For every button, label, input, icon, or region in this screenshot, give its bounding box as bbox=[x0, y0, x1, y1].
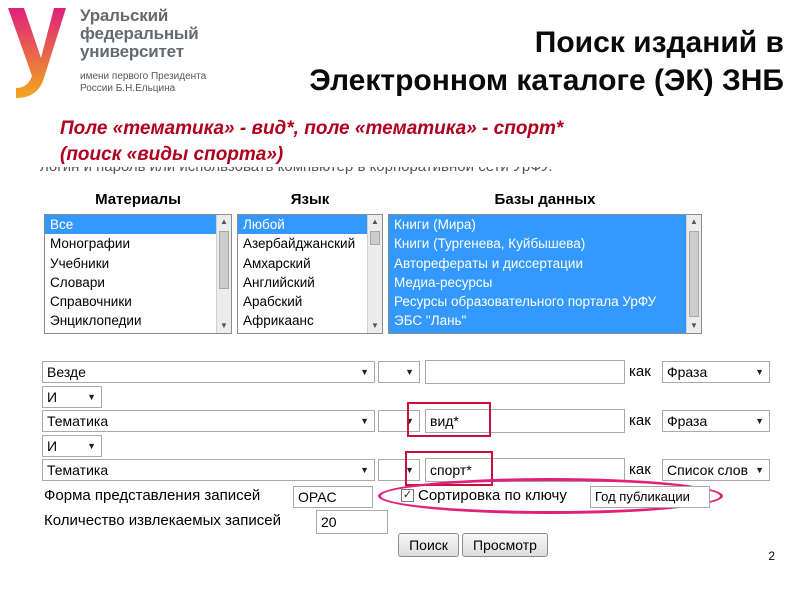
chevron-down-icon: ▼ bbox=[87, 441, 96, 451]
chevron-down-icon: ▼ bbox=[360, 465, 369, 475]
materials-listbox[interactable]: Все Монографии Учебники Словари Справочн… bbox=[44, 214, 232, 334]
list-item[interactable]: Автореферaты и диссертации bbox=[389, 254, 686, 273]
list-item[interactable]: Ресурсы образовательного портала УрФУ bbox=[389, 292, 686, 311]
scroll-up-icon[interactable]: ▲ bbox=[687, 215, 701, 229]
search-field-select-1[interactable]: Везде ▼ bbox=[42, 361, 375, 383]
scroll-thumb[interactable] bbox=[370, 231, 380, 245]
scroll-down-icon[interactable]: ▼ bbox=[687, 319, 701, 333]
subtitle-line2: (поиск «виды спорта») bbox=[60, 144, 284, 165]
scroll-thumb[interactable] bbox=[689, 231, 699, 317]
record-format-label: Форма представления записей bbox=[44, 487, 261, 504]
list-item[interactable]: Любой bbox=[238, 215, 367, 235]
search-field-select-2[interactable]: Тематика ▼ bbox=[42, 410, 375, 432]
logo-text-line3: университет bbox=[80, 42, 184, 61]
list-item[interactable]: Амхарский bbox=[238, 254, 382, 273]
slide-title-line2: Электронном каталоге (ЭК) ЗНБ bbox=[309, 64, 784, 97]
logo-text-line2: федеральный bbox=[80, 24, 199, 43]
materials-header: Материалы bbox=[95, 191, 181, 208]
kak-label-3: как bbox=[629, 461, 651, 478]
page-number: 2 bbox=[768, 549, 775, 563]
logo-small-line2: России Б.Н.Ельцина bbox=[80, 83, 176, 94]
language-listbox[interactable]: Любой Азербайджанский Амхарский Английск… bbox=[237, 214, 383, 334]
list-item[interactable]: Монографии bbox=[45, 234, 231, 253]
chevron-down-icon: ▼ bbox=[405, 367, 414, 377]
logo-small-line1: имени первого Президента bbox=[80, 71, 207, 82]
list-item[interactable]: Книги (Мира) bbox=[389, 215, 686, 234]
subtitle-line1: Поле «тематика» - вид*, поле «тематика» … bbox=[60, 118, 564, 139]
operator-select-1[interactable]: ▼ bbox=[378, 361, 420, 383]
scroll-down-icon[interactable]: ▼ bbox=[368, 319, 382, 333]
scroll-up-icon[interactable]: ▲ bbox=[368, 215, 382, 229]
search-button[interactable]: Поиск bbox=[398, 533, 459, 557]
list-item[interactable]: Африкаанс bbox=[238, 311, 382, 330]
partial-instruction-text: логин и пароль или использовать компьюте… bbox=[40, 167, 630, 183]
search-field-select-3[interactable]: Тематика ▼ bbox=[42, 459, 375, 481]
list-item[interactable]: Книги (Тургенева, Куйбышева) bbox=[389, 234, 686, 253]
scroll-up-icon[interactable]: ▲ bbox=[217, 215, 231, 229]
chevron-down-icon: ▼ bbox=[755, 416, 764, 426]
sort-key-select[interactable]: Год публикации bbox=[590, 486, 710, 508]
list-item[interactable]: Английский bbox=[238, 273, 382, 292]
mode-select-3[interactable]: Список слов ▼ bbox=[662, 459, 770, 481]
list-item[interactable]: Энциклопедии bbox=[45, 311, 231, 330]
list-item[interactable]: Словари bbox=[45, 273, 231, 292]
slide-title-line1: Поиск изданий в bbox=[534, 26, 784, 59]
highlight-box-vid bbox=[407, 402, 491, 437]
scroll-thumb[interactable] bbox=[219, 231, 229, 289]
databases-header: Базы данных bbox=[494, 191, 596, 208]
chevron-down-icon: ▼ bbox=[87, 392, 96, 402]
chevron-down-icon: ▼ bbox=[755, 367, 764, 377]
list-item[interactable]: Все bbox=[45, 215, 216, 235]
mode-select-1[interactable]: Фраза ▼ bbox=[662, 361, 770, 383]
records-count-label: Количество извлекаемых записей bbox=[44, 512, 281, 529]
bool-select-1[interactable]: И ▼ bbox=[42, 386, 102, 408]
materials-scrollbar[interactable]: ▲ ▼ bbox=[216, 215, 231, 333]
scroll-down-icon[interactable]: ▼ bbox=[217, 319, 231, 333]
list-item[interactable]: Справочники bbox=[45, 292, 231, 311]
search-input-1[interactable] bbox=[425, 360, 625, 384]
chevron-down-icon: ▼ bbox=[755, 465, 764, 475]
language-header: Язык bbox=[290, 191, 330, 208]
list-item[interactable]: ЭБС "Лань" bbox=[389, 311, 686, 330]
list-item[interactable]: Медиа-ресурсы bbox=[389, 273, 686, 292]
kak-label-2: как bbox=[629, 412, 651, 429]
sort-label: Сортировка по ключу bbox=[418, 487, 567, 504]
view-button[interactable]: Просмотр bbox=[462, 533, 548, 557]
databases-scrollbar[interactable]: ▲ ▼ bbox=[686, 215, 701, 333]
list-item[interactable]: Арабский bbox=[238, 292, 382, 311]
bool-select-2[interactable]: И ▼ bbox=[42, 435, 102, 457]
language-scrollbar[interactable]: ▲ ▼ bbox=[367, 215, 382, 333]
chevron-down-icon: ▼ bbox=[360, 416, 369, 426]
record-format-select[interactable]: OPAC bbox=[293, 486, 373, 508]
chevron-down-icon: ▼ bbox=[360, 367, 369, 377]
mode-select-2[interactable]: Фраза ▼ bbox=[662, 410, 770, 432]
list-item[interactable]: Учебники bbox=[45, 254, 231, 273]
university-logo-icon bbox=[8, 8, 66, 98]
databases-listbox[interactable]: Книги (Мира) Книги (Тургенева, Куйбышева… bbox=[388, 214, 702, 334]
kak-label-1: как bbox=[629, 363, 651, 380]
list-item[interactable]: Азербайджанский bbox=[238, 234, 382, 253]
records-count-input[interactable]: 20 bbox=[316, 510, 388, 534]
sort-checkbox[interactable]: ✓ bbox=[401, 489, 414, 502]
logo-text-line1: Уральский bbox=[80, 6, 169, 25]
